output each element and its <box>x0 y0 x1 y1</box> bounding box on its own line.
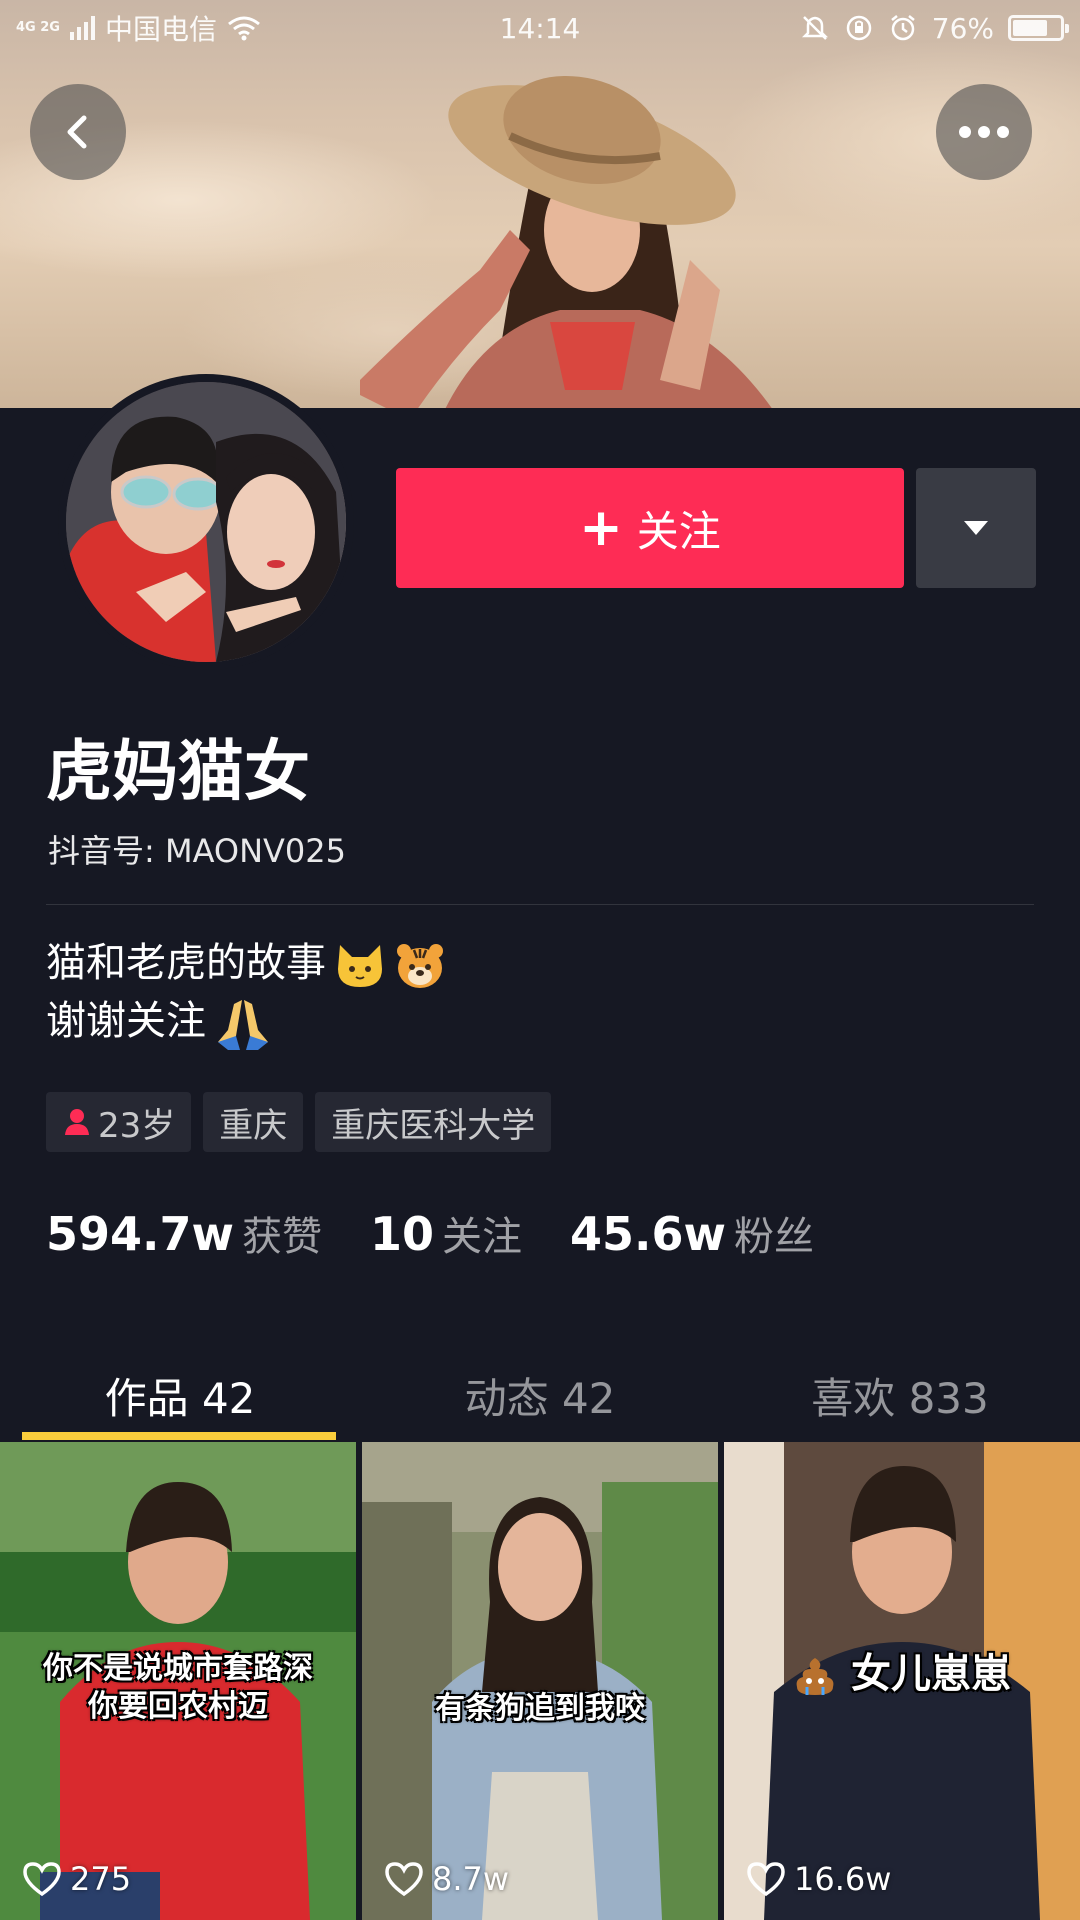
bio-line-2: 谢谢关注 <box>46 998 206 1044</box>
video-likes-count: 275 <box>70 1860 132 1898</box>
following-stat[interactable]: 10 关注 <box>370 1204 522 1262</box>
tiger-face-icon <box>397 944 443 988</box>
video-caption-line-1: 你不是说城市套路深 <box>43 1651 313 1686</box>
video-thumbnail-image <box>362 1442 718 1920</box>
video-likes: 275 <box>22 1860 131 1898</box>
video-thumbnail[interactable]: 女儿崽崽 16.6w <box>724 1442 1080 1920</box>
rotation-lock-icon <box>846 15 872 41</box>
alarm-icon <box>890 15 915 41</box>
follow-button-label: 关注 <box>636 506 721 556</box>
cat-face-icon <box>338 945 382 987</box>
tab-moments[interactable]: 动态 42 <box>360 1348 720 1442</box>
followers-label: 粉丝 <box>734 1214 815 1260</box>
profile-cover-image[interactable] <box>0 0 1080 408</box>
video-likes: 16.6w <box>746 1860 891 1898</box>
video-likes-count: 8.7w <box>432 1860 510 1898</box>
divider <box>46 904 1034 905</box>
profile-nickname: 虎妈猫女 <box>46 733 310 810</box>
folded-hands-icon <box>218 1000 268 1050</box>
location-tag-label: 重庆 <box>219 1105 288 1146</box>
video-caption-line-1: 女儿崽崽 <box>850 1651 1011 1697</box>
status-bar: 4G 2G 中国电信 14:14 76% <box>0 0 1080 56</box>
heart-icon <box>747 1862 785 1897</box>
avatar-photo <box>66 382 346 662</box>
active-tab-indicator <box>22 1432 336 1440</box>
caret-down-icon <box>964 521 988 535</box>
follow-button[interactable]: + 关注 <box>396 468 904 588</box>
back-icon <box>67 115 87 149</box>
video-caption: 女儿崽崽 <box>724 1650 1080 1698</box>
followers-count: 45.6w <box>570 1207 727 1261</box>
mute-icon <box>801 16 828 40</box>
profile-tags: 23岁 重庆 重庆医科大学 <box>46 1092 552 1152</box>
likes-stat: 594.7w 获赞 <box>46 1204 322 1262</box>
video-caption: 有条狗追到我咬 <box>362 1690 718 1728</box>
location-tag: 重庆 <box>203 1092 304 1152</box>
video-likes-count: 16.6w <box>794 1860 892 1898</box>
carrier-name: 中国电信 <box>104 13 217 46</box>
age-tag: 23岁 <box>46 1092 192 1152</box>
avatar[interactable] <box>58 374 354 670</box>
followers-stat[interactable]: 45.6w 粉丝 <box>570 1204 814 1262</box>
tab-likes[interactable]: 喜欢 833 <box>720 1348 1080 1442</box>
profile-stats: 594.7w 获赞 10 关注 45.6w 粉丝 <box>46 1204 814 1262</box>
age-tag-label: 23岁 <box>98 1105 176 1146</box>
video-grid: 你不是说城市套路深 你要回农村迈 275 有条狗追到我咬 8.7w 女儿崽崽 1… <box>0 1442 1080 1920</box>
likes-label: 获赞 <box>242 1214 322 1260</box>
profile-bio: 猫和老虎的故事 谢谢关注 <box>46 934 446 1050</box>
wifi-icon <box>228 16 260 41</box>
more-icon <box>959 126 1009 138</box>
network-type: 4G 2G <box>16 20 60 35</box>
video-caption-line-2: 你要回农村迈 <box>88 1689 268 1724</box>
battery-icon <box>1008 15 1069 41</box>
likes-count: 594.7w <box>46 1207 234 1261</box>
more-button[interactable] <box>936 84 1032 180</box>
school-tag-label: 重庆医科大学 <box>331 1105 536 1146</box>
video-caption: 你不是说城市套路深 你要回农村迈 <box>0 1650 356 1726</box>
back-button[interactable] <box>30 84 126 180</box>
video-thumbnail[interactable]: 有条狗追到我咬 8.7w <box>362 1442 718 1920</box>
video-caption-line-1: 有条狗追到我咬 <box>435 1691 645 1726</box>
school-tag: 重庆医科大学 <box>315 1092 552 1152</box>
bio-line-1: 猫和老虎的故事 <box>46 940 326 986</box>
female-user-icon <box>65 1109 89 1135</box>
following-label: 关注 <box>442 1214 523 1260</box>
video-likes: 8.7w <box>384 1860 509 1898</box>
content-tabs: 作品 42 动态 42 喜欢 833 <box>0 1348 1080 1442</box>
douyin-id: 抖音号: MAONV025 <box>48 832 346 870</box>
tab-works[interactable]: 作品 42 <box>0 1348 360 1442</box>
following-count: 10 <box>370 1207 435 1261</box>
signal-icon <box>69 16 95 40</box>
recommend-dropdown-button[interactable] <box>916 468 1036 588</box>
poop-emoji-icon <box>796 1658 834 1695</box>
plus-icon: + <box>579 498 623 558</box>
battery-level-fill <box>1013 20 1047 36</box>
cover-person-illustration <box>360 75 772 408</box>
heart-icon <box>385 1862 423 1897</box>
battery-percentage: 76% <box>931 11 994 45</box>
video-thumbnail[interactable]: 你不是说城市套路深 你要回农村迈 275 <box>0 1442 356 1920</box>
heart-icon <box>23 1862 61 1897</box>
